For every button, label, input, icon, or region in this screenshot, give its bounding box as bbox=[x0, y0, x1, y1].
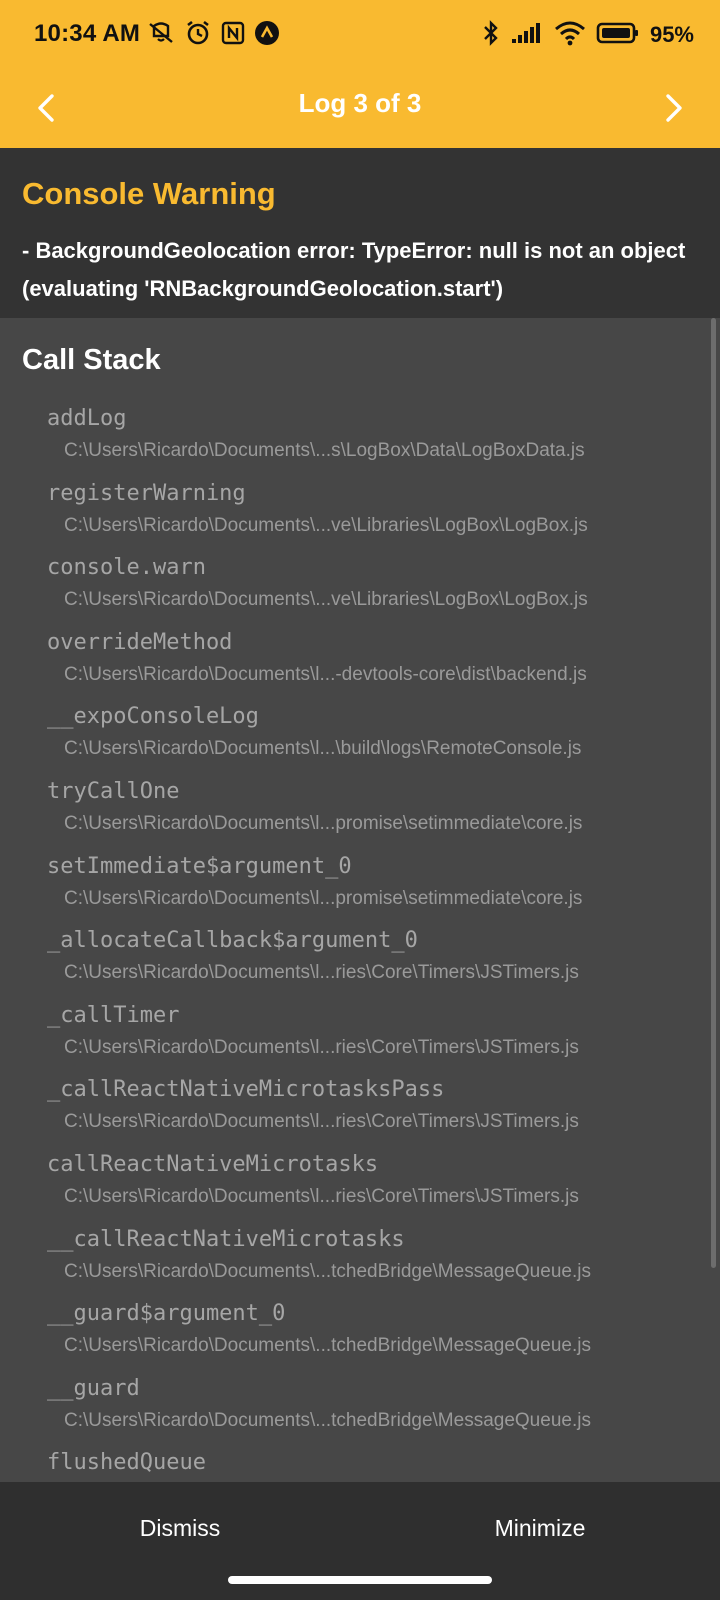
call-stack-title: Call Stack bbox=[22, 344, 161, 376]
frame-function-name: console.warn bbox=[47, 555, 206, 581]
stack-frame[interactable]: _callReactNativeMicrotasksPass C:\Users\… bbox=[0, 1067, 708, 1142]
frame-file-path: C:\Users\Ricardo\Documents\l...ries\Core… bbox=[64, 962, 579, 984]
home-indicator[interactable] bbox=[228, 1576, 492, 1584]
status-bar: 10:34 AM 95% bbox=[0, 0, 720, 70]
frame-file-path: C:\Users\Ricardo\Documents\l...-devtools… bbox=[64, 663, 587, 685]
alarm-icon bbox=[184, 19, 212, 52]
frame-function-name: callReactNativeMicrotasks bbox=[47, 1151, 379, 1177]
frame-file-path: C:\Users\Ricardo\Documents\l...promise\s… bbox=[64, 812, 583, 834]
warning-title: Console Warning bbox=[22, 176, 276, 211]
frame-file-path: C:\Users\Ricardo\Documents\...tchedBridg… bbox=[64, 1409, 591, 1431]
bluetooth-icon bbox=[482, 19, 500, 52]
log-header: Log 3 of 3 bbox=[0, 70, 720, 148]
stack-frame[interactable]: __callReactNativeMicrotasks C:\Users\Ric… bbox=[0, 1217, 708, 1292]
frame-file-path: C:\Users\Ricardo\Documents\l...ries\Core… bbox=[64, 1111, 579, 1133]
call-stack-scrollbar[interactable] bbox=[711, 318, 716, 1268]
frame-file-path: C:\Users\Ricardo\Documents\l...promise\s… bbox=[64, 887, 583, 909]
frame-function-name: __callReactNativeMicrotasks bbox=[47, 1226, 405, 1252]
stack-frame[interactable]: _allocateCallback$argument_0 C:\Users\Ri… bbox=[0, 918, 708, 993]
nfc-icon bbox=[220, 20, 246, 51]
status-time: 10:34 AM bbox=[34, 20, 141, 47]
frame-function-name: tryCallOne bbox=[47, 778, 180, 804]
frame-function-name: flushedQueue bbox=[47, 1450, 206, 1476]
stack-frame[interactable]: _callTimer C:\Users\Ricardo\Documents\l.… bbox=[0, 993, 708, 1068]
stack-frame[interactable]: __guard$argument_0 C:\Users\Ricardo\Docu… bbox=[0, 1291, 708, 1366]
status-right-icons: 95% bbox=[482, 18, 694, 52]
frame-function-name: _allocateCallback$argument_0 bbox=[47, 928, 418, 954]
frame-file-path: C:\Users\Ricardo\Documents\...tchedBridg… bbox=[64, 1260, 591, 1282]
frame-function-name: __expoConsoleLog bbox=[47, 704, 259, 730]
frame-function-name: __guard bbox=[47, 1375, 140, 1401]
frame-file-path: C:\Users\Ricardo\Documents\l...ries\Core… bbox=[64, 1036, 579, 1058]
chevron-right-icon bbox=[666, 94, 682, 122]
next-log-button[interactable] bbox=[646, 80, 702, 136]
signal-icon bbox=[510, 21, 544, 50]
stack-frame[interactable]: callReactNativeMicrotasks C:\Users\Ricar… bbox=[0, 1142, 708, 1217]
frame-function-name: addLog bbox=[47, 406, 127, 431]
wifi-icon bbox=[554, 20, 586, 51]
stack-frame[interactable]: __expoConsoleLog C:\Users\Ricardo\Docume… bbox=[0, 694, 708, 769]
frame-function-name: registerWarning bbox=[47, 480, 246, 506]
call-stack-list: addLog C:\Users\Ricardo\Documents\...s\L… bbox=[0, 396, 708, 1482]
warning-message: - BackgroundGeolocation error: TypeError… bbox=[22, 238, 686, 301]
stack-frame[interactable]: flushedQueue bbox=[0, 1440, 708, 1482]
battery-icon bbox=[596, 21, 640, 50]
stack-frame[interactable]: registerWarning C:\Users\Ricardo\Documen… bbox=[0, 471, 708, 546]
frame-function-name: __guard$argument_0 bbox=[47, 1301, 286, 1327]
stack-frame[interactable]: setImmediate$argument_0 C:\Users\Ricardo… bbox=[0, 844, 708, 919]
frame-file-path: C:\Users\Ricardo\Documents\...ve\Librari… bbox=[64, 514, 588, 536]
stack-frame[interactable]: tryCallOne C:\Users\Ricardo\Documents\l.… bbox=[0, 769, 708, 844]
minimize-button[interactable]: Minimize bbox=[360, 1482, 720, 1574]
stack-frame[interactable]: __guard C:\Users\Ricardo\Documents\...tc… bbox=[0, 1366, 708, 1441]
frame-function-name: overrideMethod bbox=[47, 629, 233, 655]
stack-frame[interactable]: overrideMethod C:\Users\Ricardo\Document… bbox=[0, 620, 708, 695]
stack-frame[interactable]: addLog C:\Users\Ricardo\Documents\...s\L… bbox=[0, 396, 708, 471]
dismiss-button[interactable]: Dismiss bbox=[0, 1482, 360, 1574]
log-counter-title: Log 3 of 3 bbox=[298, 88, 422, 118]
battery-percentage: 95% bbox=[649, 22, 694, 47]
frame-file-path: C:\Users\Ricardo\Documents\...tchedBridg… bbox=[64, 1335, 591, 1357]
frame-file-path: C:\Users\Ricardo\Documents\l...ries\Core… bbox=[64, 1185, 579, 1207]
frame-file-path: C:\Users\Ricardo\Documents\...ve\Librari… bbox=[64, 589, 588, 611]
app-notification-icon bbox=[254, 20, 280, 51]
mute-vibrate-icon bbox=[146, 20, 176, 51]
warning-section: Console Warning - BackgroundGeolocation … bbox=[0, 148, 720, 318]
stack-frame[interactable]: console.warn C:\Users\Ricardo\Documents\… bbox=[0, 545, 708, 620]
call-stack-section[interactable]: Call Stack addLog C:\Users\Ricardo\Docum… bbox=[0, 318, 720, 1482]
status-left-icons bbox=[146, 20, 280, 50]
frame-file-path: C:\Users\Ricardo\Documents\...s\LogBox\D… bbox=[64, 440, 585, 461]
frame-function-name: setImmediate$argument_0 bbox=[47, 853, 352, 879]
frame-file-path: C:\Users\Ricardo\Documents\l...\build\lo… bbox=[64, 738, 582, 760]
top-bar: 10:34 AM 95% Log 3 of 3 bbox=[0, 0, 720, 148]
frame-function-name: _callReactNativeMicrotasksPass bbox=[47, 1077, 445, 1103]
frame-function-name: _callTimer bbox=[47, 1002, 180, 1028]
